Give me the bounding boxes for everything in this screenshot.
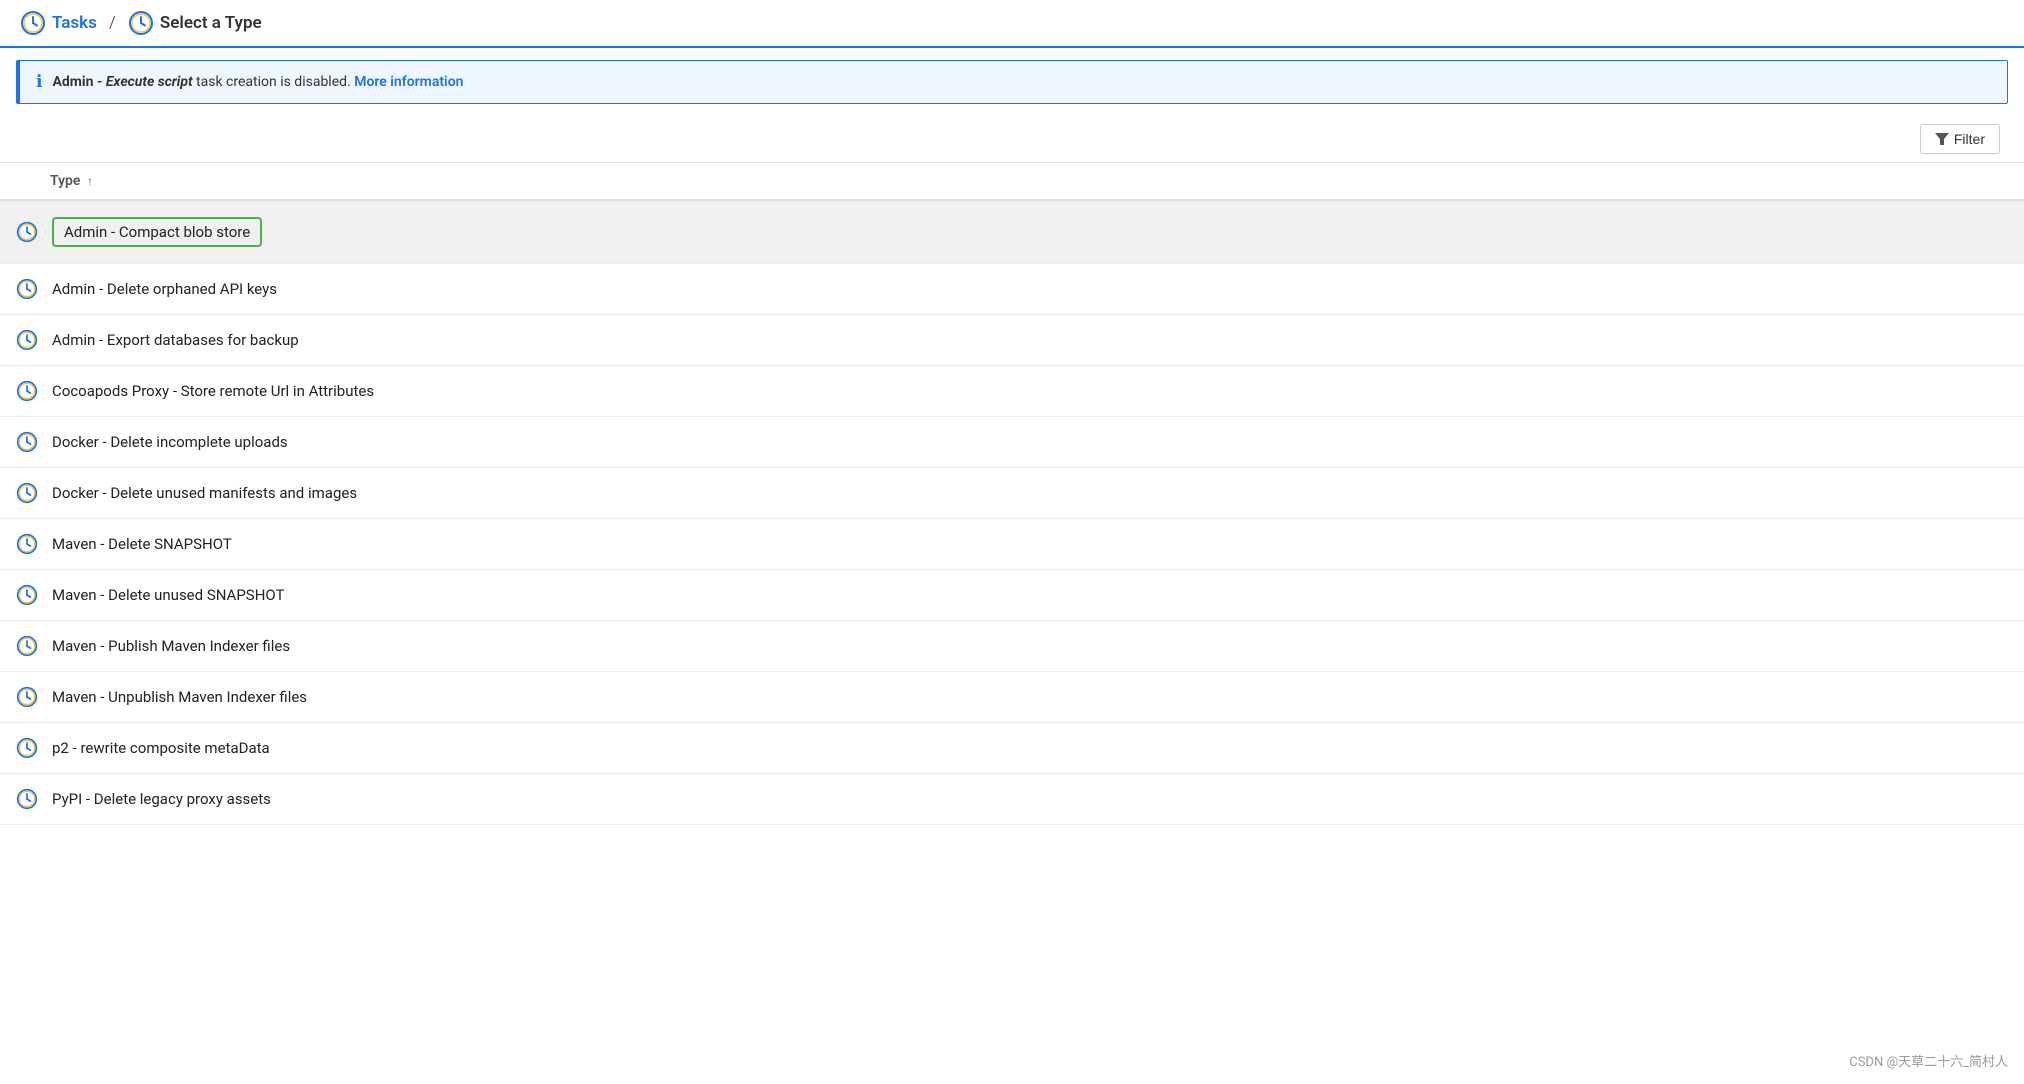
table-row[interactable]: Admin - Export databases for backup [0, 315, 2024, 366]
watermark: CSDN @天草二十六_简村人 [1849, 1051, 2008, 1070]
task-name: Maven - Delete SNAPSHOT [52, 535, 232, 553]
tasks-clock-icon [20, 10, 46, 36]
tasks-label: Tasks [52, 13, 97, 33]
task-row-cell: Cocoapods Proxy - Store remote Url in At… [0, 366, 2024, 416]
filter-label: Filter [1954, 131, 1985, 147]
table-row[interactable]: PyPI - Delete legacy proxy assets [0, 774, 2024, 825]
filter-button[interactable]: Filter [1920, 124, 2000, 154]
task-name: Admin - Compact blob store [52, 215, 262, 249]
current-page-label: Select a Type [128, 10, 262, 36]
table-row[interactable]: Maven - Publish Maven Indexer files [0, 621, 2024, 672]
table-row[interactable]: Docker - Delete unused manifests and ima… [0, 468, 2024, 519]
select-type-clock-icon [128, 10, 154, 36]
info-banner: ℹ Admin - Execute script task creation i… [16, 60, 2008, 104]
filter-icon [1935, 132, 1949, 146]
info-icon: ℹ [36, 72, 42, 92]
table-row[interactable]: Docker - Delete incomplete uploads [0, 417, 2024, 468]
table-row[interactable]: p2 - rewrite composite metaData [0, 723, 2024, 774]
task-row-cell: Admin - Compact blob store [0, 201, 2024, 263]
table-row[interactable]: Admin - Compact blob store [0, 200, 2024, 264]
task-row-cell: Admin - Export databases for backup [0, 315, 2024, 365]
task-clock-icon [16, 788, 38, 810]
task-row-cell: Docker - Delete unused manifests and ima… [0, 468, 2024, 518]
table-row[interactable]: Admin - Delete orphaned API keys [0, 264, 2024, 315]
task-clock-icon [16, 221, 38, 243]
task-row-cell: Admin - Delete orphaned API keys [0, 264, 2024, 314]
task-clock-icon [16, 329, 38, 351]
task-row-cell: Maven - Delete unused SNAPSHOT [0, 570, 2024, 620]
table-row[interactable]: Maven - Unpublish Maven Indexer files [0, 672, 2024, 723]
task-name: Admin - Delete orphaned API keys [52, 280, 277, 298]
task-type-table: Type ↑ Admin - Compact blob store Admin … [0, 162, 2024, 825]
page-header: Tasks / Select a Type [0, 0, 2024, 48]
task-clock-icon [16, 686, 38, 708]
task-name: Docker - Delete incomplete uploads [52, 433, 288, 451]
task-row-cell: p2 - rewrite composite metaData [0, 723, 2024, 773]
select-type-label: Select a Type [160, 13, 262, 33]
breadcrumb-separator: / [109, 13, 116, 33]
task-row-cell: Maven - Publish Maven Indexer files [0, 621, 2024, 671]
task-name: Maven - Unpublish Maven Indexer files [52, 688, 307, 706]
task-name: Admin - Export databases for backup [52, 331, 299, 349]
task-row-cell: PyPI - Delete legacy proxy assets [0, 774, 2024, 824]
task-clock-icon [16, 533, 38, 555]
task-row-cell: Maven - Unpublish Maven Indexer files [0, 672, 2024, 722]
task-name: Maven - Publish Maven Indexer files [52, 637, 290, 655]
sort-asc-icon: ↑ [87, 174, 93, 188]
task-row-cell: Docker - Delete incomplete uploads [0, 417, 2024, 467]
task-row-cell: Maven - Delete SNAPSHOT [0, 519, 2024, 569]
task-clock-icon [16, 431, 38, 453]
task-clock-icon [16, 380, 38, 402]
task-clock-icon [16, 737, 38, 759]
type-column-header[interactable]: Type ↑ [0, 163, 2024, 201]
filter-bar: Filter [0, 116, 2024, 162]
table-row[interactable]: Cocoapods Proxy - Store remote Url in At… [0, 366, 2024, 417]
task-clock-icon [16, 584, 38, 606]
task-name: Maven - Delete unused SNAPSHOT [52, 586, 285, 604]
task-clock-icon [16, 482, 38, 504]
type-column-label: Type [50, 173, 80, 189]
table-row[interactable]: Maven - Delete unused SNAPSHOT [0, 570, 2024, 621]
task-name: Docker - Delete unused manifests and ima… [52, 484, 357, 502]
task-clock-icon [16, 278, 38, 300]
task-name: Cocoapods Proxy - Store remote Url in At… [52, 382, 374, 400]
table-row[interactable]: Maven - Delete SNAPSHOT [0, 519, 2024, 570]
tasks-breadcrumb-link[interactable]: Tasks [20, 10, 97, 36]
task-name: PyPI - Delete legacy proxy assets [52, 790, 271, 808]
banner-text: Admin - Execute script task creation is … [52, 74, 463, 90]
task-clock-icon [16, 635, 38, 657]
task-name: p2 - rewrite composite metaData [52, 739, 270, 757]
more-info-link[interactable]: More information [354, 74, 463, 90]
